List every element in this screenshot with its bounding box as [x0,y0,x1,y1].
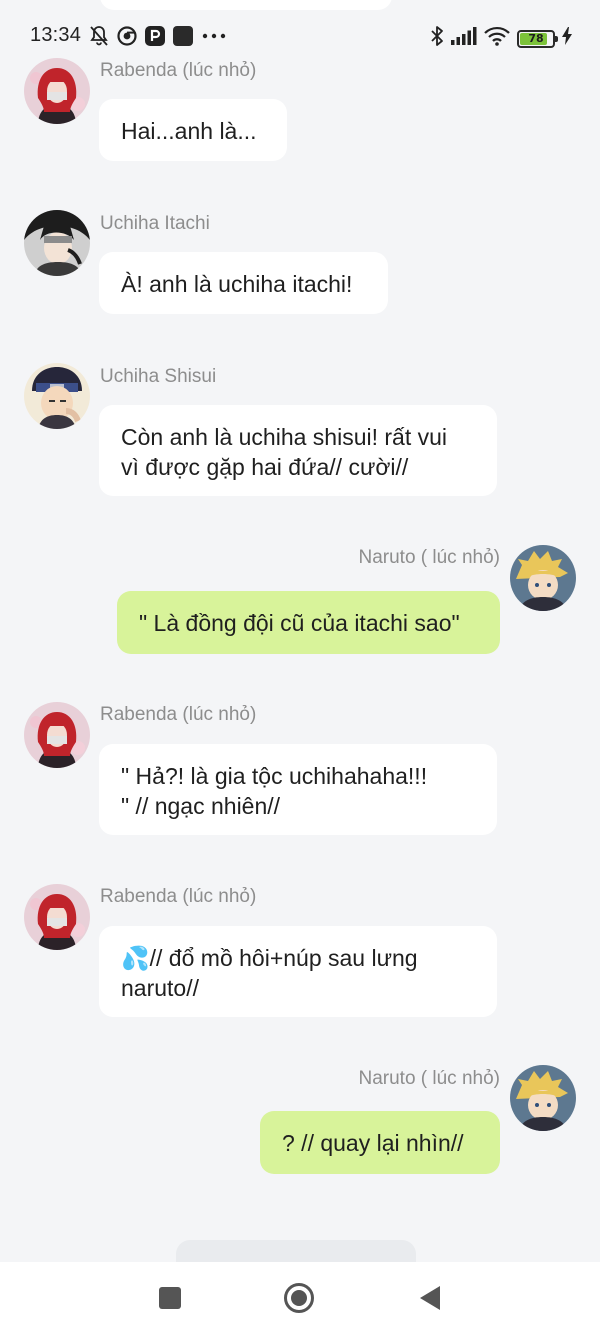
message-bubble[interactable]: 💦// đổ mồ hôi+núp sau lưng naruto// [99,926,497,1017]
message-text: ? // quay lại nhìn// [282,1130,464,1156]
rabenda-avatar[interactable] [24,58,90,124]
message-text-line: vì được gặp hai đứa// cười// [121,454,409,480]
message-bubble[interactable]: ? // quay lại nhìn// [260,1111,500,1174]
message-text-line: " Hả?! là gia tộc uchihahaha!!! [121,763,428,789]
naruto-avatar[interactable] [510,1065,576,1131]
back-triangle-icon[interactable] [414,1282,446,1314]
message-bubble[interactable]: Hai...anh là... [99,99,287,161]
shisui-avatar[interactable] [24,363,90,429]
naruto-avatar[interactable] [510,545,576,611]
message-text: À! anh là uchiha itachi! [121,271,353,297]
sender-name: Naruto ( lúc nhỏ) [358,547,500,568]
signal-icon [451,27,477,50]
status-right: 78 [430,25,572,52]
message-bubble[interactable]: " Là đồng đội cũ của itachi sao" [117,591,500,654]
message-text-line: Còn anh là uchiha shisui! rất vui [121,424,448,450]
home-circle-icon[interactable] [283,1282,315,1314]
rabenda-avatar[interactable] [24,702,90,768]
sender-name: Naruto ( lúc nhỏ) [358,1068,500,1089]
message-text-line: " // ngạc nhiên// [121,793,281,819]
charging-icon [562,27,572,50]
battery-level: 78 [528,32,544,45]
message-text: " Là đồng đội cũ của itachi sao" [139,610,460,636]
square-app-icon [173,25,194,46]
p-app-icon [145,25,166,46]
itachi-avatar[interactable] [24,210,90,276]
message-bubble[interactable]: À! anh là uchiha itachi! [99,252,388,314]
sender-name: Uchiha Itachi [100,213,210,234]
battery-icon: 78 [517,29,558,48]
rabenda-avatar[interactable] [24,884,90,950]
message-text: Hai...anh là... [121,118,257,144]
recents-square-icon[interactable] [154,1282,186,1314]
message-text-line: naruto// [121,975,199,1001]
status-time: 13:34 [30,24,82,46]
sender-name: Rabenda (lúc nhỏ) [100,704,257,725]
message-text-line: 💦// đổ mồ hôi+núp sau lưng [121,945,418,971]
previous-bubble-edge [100,0,392,10]
wifi-icon [484,26,510,51]
message-bubble[interactable]: " Hả?! là gia tộc uchihahaha!!! " // ngạ… [99,744,497,835]
message-bubble[interactable]: Còn anh là uchiha shisui! rất vui vì đượ… [99,405,497,496]
navigation-bar [0,1262,600,1333]
sender-name: Rabenda (lúc nhỏ) [100,60,257,81]
bluetooth-icon [430,25,444,52]
status-bar: 13:34 78 [0,0,600,70]
sender-name: Uchiha Shisui [100,366,217,387]
chrome-icon [117,25,137,46]
mute-bell-icon [89,25,109,47]
status-left: 13:34 [30,24,227,47]
sender-name: Rabenda (lúc nhỏ) [100,886,257,907]
more-dots-icon [201,32,227,40]
chat-screen: 13:34 78 Rabenda (lúc nhỏ) Hai...anh là.… [0,0,600,1333]
